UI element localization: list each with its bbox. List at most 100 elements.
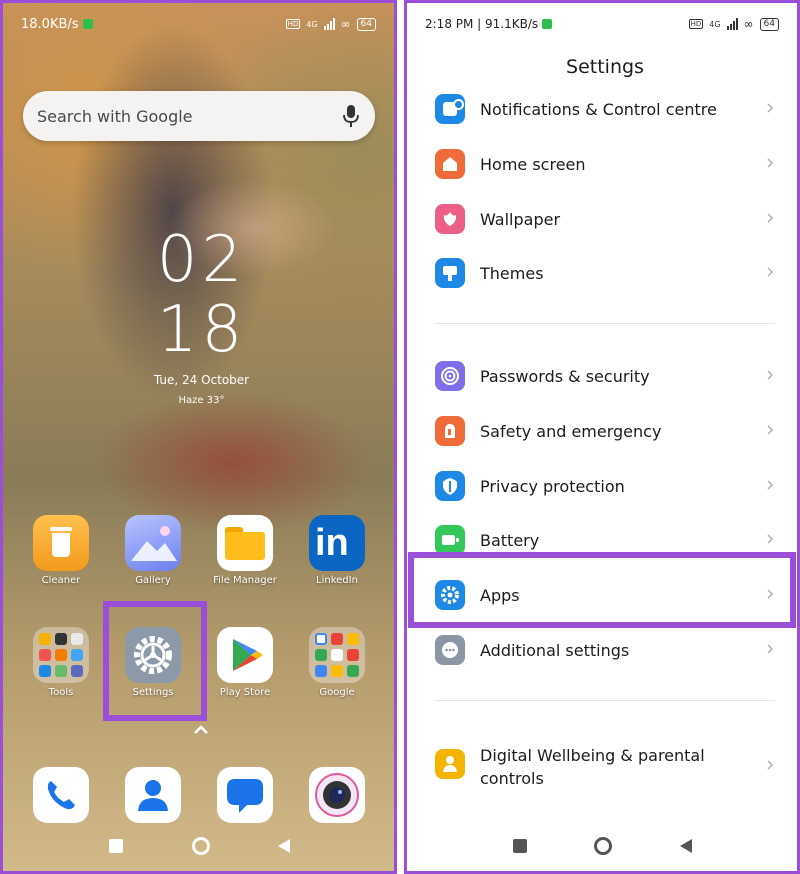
home-button[interactable] — [594, 837, 612, 855]
volte-icon: HD — [285, 19, 301, 29]
themes-icon — [435, 258, 465, 288]
settings-item-notifications[interactable]: Notifications & Control centre — [435, 87, 775, 133]
settings-item-label: Safety and emergency — [480, 422, 662, 441]
more-dots-icon — [435, 635, 465, 665]
app-folder-tools[interactable]: Tools — [21, 627, 101, 698]
app-label: Play Store — [219, 687, 271, 698]
notification-badge-icon — [82, 19, 93, 29]
settings-item-label: Digital Wellbeing & parental controls — [480, 746, 705, 788]
contacts-icon — [138, 780, 168, 811]
app-label: Tools — [48, 687, 74, 698]
recents-button[interactable] — [109, 839, 123, 853]
section-divider — [435, 323, 775, 324]
battery-level: 64 — [356, 17, 376, 31]
chevron-right-icon — [767, 425, 774, 435]
settings-item-passwords-security[interactable]: Passwords & security — [435, 354, 775, 400]
apps-highlight-box — [408, 552, 796, 628]
app-label: Cleaner — [41, 575, 81, 586]
hotspot-icon: ∞ — [743, 17, 754, 31]
settings-item-label: Passwords & security — [480, 367, 650, 386]
back-button[interactable] — [277, 838, 291, 858]
wellbeing-icon — [435, 749, 465, 779]
linkedin-icon: in — [309, 515, 365, 571]
settings-item-safety-emergency[interactable]: Safety and emergency — [435, 409, 775, 455]
home-icon — [192, 837, 210, 855]
app-play-store[interactable]: Play Store — [205, 627, 285, 698]
recents-icon — [109, 839, 123, 853]
app-label: File Manager — [213, 575, 277, 586]
settings-item-label: Home screen — [480, 155, 586, 174]
network-type: 4G — [709, 19, 721, 29]
google-search-bar[interactable]: Search with Google — [23, 91, 375, 141]
section-divider — [435, 700, 775, 701]
battery-level: 64 — [759, 17, 779, 31]
volte-icon: HD — [688, 19, 704, 29]
battery-icon — [435, 525, 465, 555]
chevron-right-icon — [767, 480, 774, 490]
notification-badge-icon — [542, 19, 553, 29]
settings-item-label: Wallpaper — [480, 210, 561, 229]
app-gallery[interactable]: Gallery — [113, 515, 193, 586]
recents-icon — [513, 839, 527, 853]
app-cleaner[interactable]: Cleaner — [21, 515, 101, 586]
app-file-manager[interactable]: File Manager — [205, 515, 285, 586]
settings-phone: 2:18 PM | 91.1KB/s HD 4G ∞ 64 Settings N… — [404, 0, 800, 874]
notifications-icon — [435, 94, 465, 124]
phone-icon — [47, 781, 75, 810]
settings-item-additional[interactable]: Additional settings — [435, 628, 775, 674]
cleaner-icon — [33, 515, 89, 571]
app-linkedin[interactable]: in LinkedIn — [297, 515, 377, 586]
dock-messages[interactable] — [217, 767, 273, 823]
chevron-right-icon — [767, 103, 774, 113]
back-icon — [278, 839, 290, 853]
fingerprint-icon — [435, 361, 465, 391]
file-manager-icon — [217, 515, 273, 571]
emergency-icon — [435, 416, 465, 446]
chevron-right-icon — [767, 760, 774, 770]
gallery-icon — [125, 515, 181, 571]
recents-button[interactable] — [513, 839, 527, 853]
messages-icon — [227, 779, 263, 813]
chevron-right-icon — [767, 267, 774, 277]
weather-text: Haze 33° — [178, 395, 225, 406]
back-button[interactable] — [679, 838, 693, 858]
hotspot-icon: ∞ — [340, 17, 351, 31]
status-bar: 2:18 PM | 91.1KB/s HD 4G ∞ 64 — [425, 15, 779, 35]
settings-item-wallpaper[interactable]: Wallpaper — [435, 197, 775, 243]
settings-item-privacy[interactable]: Privacy protection — [435, 464, 775, 510]
google-folder-icon — [309, 627, 365, 683]
back-icon — [680, 839, 692, 853]
app-folder-google[interactable]: Google — [297, 627, 377, 698]
app-label: Google — [319, 687, 355, 698]
camera-icon — [315, 773, 359, 817]
app-label: LinkedIn — [316, 575, 358, 586]
play-store-icon — [217, 627, 273, 683]
network-speed: 18.0KB/s — [21, 17, 93, 32]
app-drawer-chevron-icon[interactable] — [193, 725, 209, 735]
settings-item-home-screen[interactable]: Home screen — [435, 142, 775, 188]
home-button[interactable] — [192, 837, 210, 855]
settings-highlight-box — [103, 601, 207, 721]
settings-item-digital-wellbeing[interactable]: Digital Wellbeing & parental controls — [435, 740, 775, 790]
tools-folder-icon — [33, 627, 89, 683]
settings-item-label: Notifications & Control centre — [480, 100, 717, 119]
settings-item-label: Additional settings — [480, 641, 630, 660]
dock-contacts[interactable] — [125, 767, 181, 823]
settings-item-label: Privacy protection — [480, 477, 625, 496]
home-icon — [594, 837, 612, 855]
microphone-icon[interactable] — [343, 104, 359, 128]
dock-camera[interactable] — [309, 767, 365, 823]
status-time-speed: 2:18 PM | 91.1KB/s — [425, 17, 553, 31]
page-title: Settings — [566, 56, 644, 78]
chevron-right-icon — [767, 158, 774, 168]
dock-phone[interactable] — [33, 767, 89, 823]
signal-icon — [323, 18, 335, 30]
app-label: Gallery — [135, 575, 171, 586]
home-screen-icon — [435, 149, 465, 179]
wallpaper-icon — [435, 204, 465, 234]
chevron-right-icon — [767, 644, 774, 654]
network-type: 4G — [306, 19, 318, 29]
settings-item-label: Battery — [480, 531, 540, 550]
settings-item-themes[interactable]: Themes — [435, 251, 775, 297]
clock-minute: 18 — [156, 293, 247, 367]
